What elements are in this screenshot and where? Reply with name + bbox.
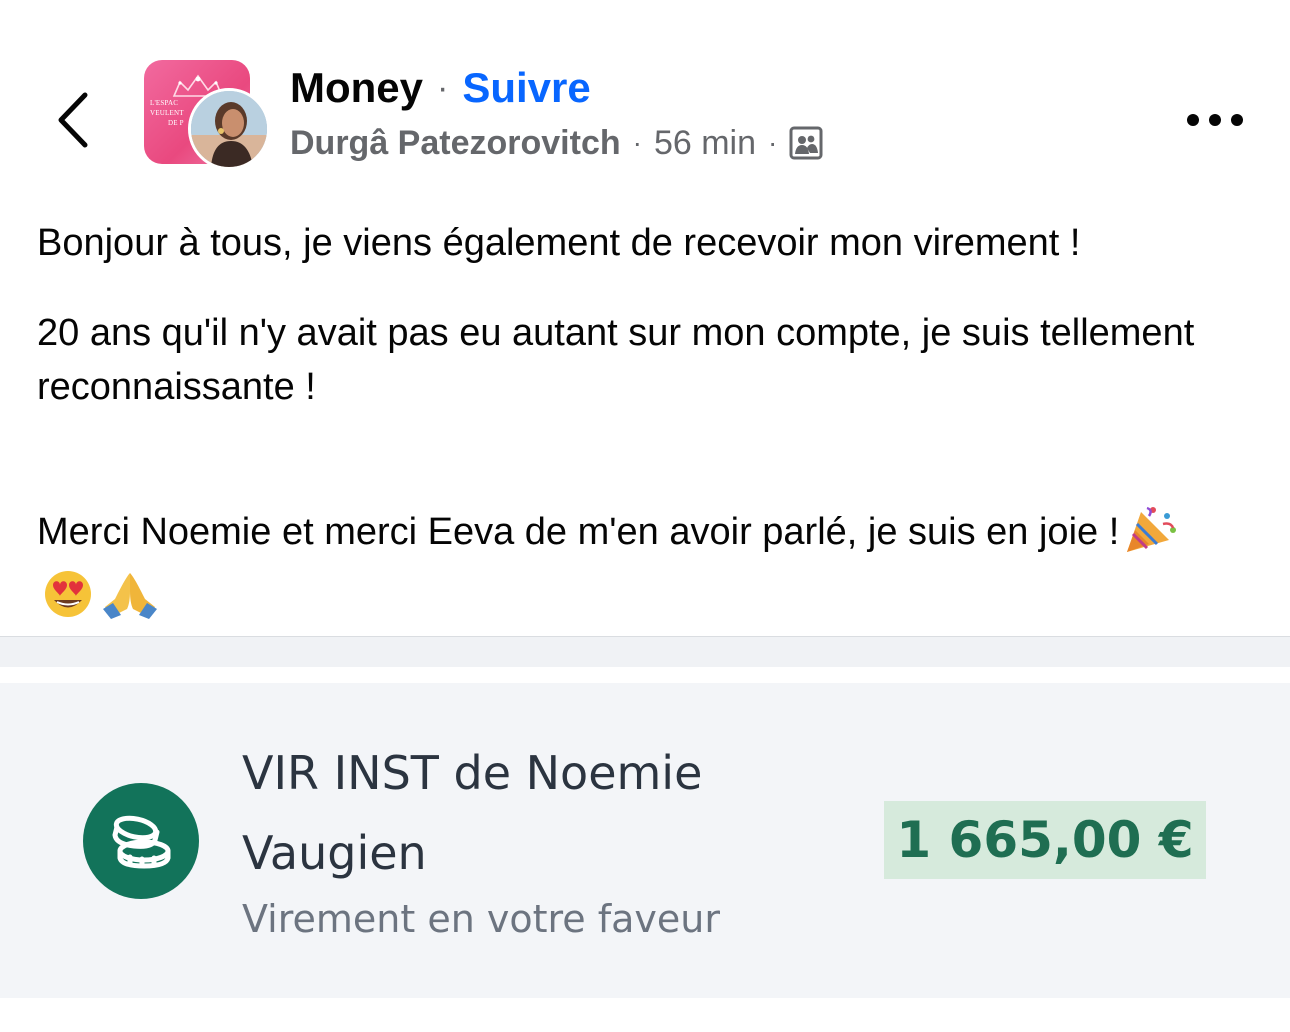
author-avatar[interactable] — [188, 88, 270, 170]
coins-icon — [83, 783, 199, 899]
transaction-subtitle: Virement en votre faveur — [242, 897, 721, 941]
transaction-amount: 1 665,00 € — [884, 801, 1206, 879]
post-meta-line: Durgâ Patezorovitch · 56 min · — [290, 120, 823, 166]
coins-glyph — [112, 815, 171, 869]
author-photo-icon — [191, 91, 267, 167]
folded-hands-icon — [99, 569, 161, 634]
post-paragraph: Bonjour à tous, je viens également de re… — [37, 222, 1081, 264]
post-paragraph: Merci Noemie et merci Eeva de m'en avoir… — [37, 504, 1197, 634]
transaction-title: VIR INST de Noemie Vaugien — [242, 746, 703, 880]
group-audience-icon — [789, 126, 823, 160]
group-name[interactable]: Money — [290, 64, 423, 112]
author-name[interactable]: Durgâ Patezorovitch — [290, 124, 621, 163]
separator-dot: · — [768, 127, 778, 158]
image-gap — [0, 637, 1290, 667]
follow-button[interactable]: Suivre — [462, 64, 590, 112]
more-dots-icon — [1187, 114, 1243, 126]
more-options-button[interactable] — [1180, 100, 1250, 140]
heart-eyes-icon — [41, 569, 95, 634]
chevron-left-icon — [58, 92, 88, 148]
back-button[interactable] — [42, 82, 102, 158]
group-logo-text: L'ESPAC VEULENT DE P — [150, 99, 184, 127]
post-avatars[interactable]: L'ESPAC VEULENT DE P — [144, 60, 270, 170]
party-popper-icon — [1123, 504, 1179, 569]
post-title-line: Money · Suivre — [290, 62, 591, 114]
separator-dot: · — [437, 68, 449, 107]
separator-dot: · — [632, 127, 642, 158]
post-paragraph: 20 ans qu'il n'y avait pas eu autant sur… — [37, 312, 1195, 408]
post-paragraph-text: Merci Noemie et merci Eeva de m'en avoir… — [37, 511, 1120, 553]
bank-transaction-image[interactable]: VIR INST de Noemie Vaugien Virement en v… — [0, 683, 1290, 998]
post-timestamp[interactable]: 56 min — [654, 124, 756, 163]
